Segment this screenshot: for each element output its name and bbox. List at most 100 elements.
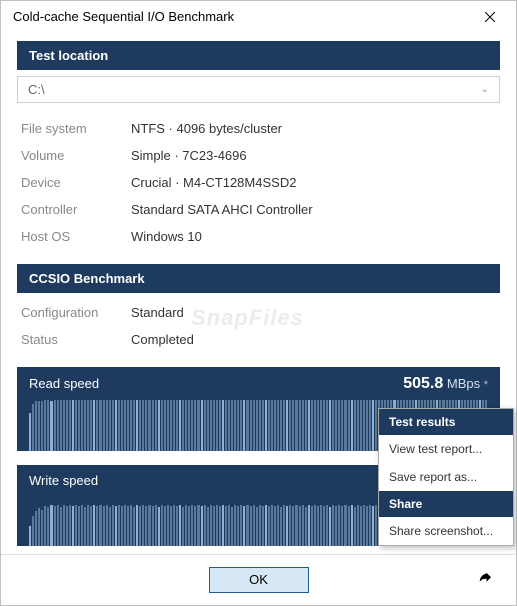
chart-bar — [271, 505, 273, 545]
chart-bar — [81, 400, 83, 450]
chart-bar — [188, 400, 190, 450]
chart-bar — [259, 400, 261, 451]
chart-bar — [32, 516, 34, 546]
chart-bar — [369, 505, 371, 545]
chart-bar — [234, 400, 236, 451]
chart-bar — [243, 400, 245, 450]
chart-bar — [127, 506, 129, 546]
chart-bar — [72, 506, 74, 545]
chart-bar — [283, 400, 285, 450]
chart-bar — [191, 505, 193, 546]
app-window: Cold-cache Sequential I/O Benchmark Snap… — [0, 0, 517, 606]
chart-bar — [185, 400, 187, 451]
chart-bar — [357, 505, 359, 545]
chart-bar — [280, 507, 282, 546]
chart-bar — [148, 400, 150, 450]
chart-bar — [106, 400, 108, 451]
chart-bar — [78, 506, 80, 546]
info-row: File systemNTFS · 4096 bytes/cluster — [21, 115, 496, 142]
info-value: Simple · 7C23-4696 — [131, 148, 247, 163]
chart-bar — [87, 400, 89, 450]
chart-bar — [185, 505, 187, 545]
chart-bar — [295, 400, 297, 450]
chart-bar — [332, 400, 334, 450]
chart-bar — [84, 507, 86, 546]
chart-bar — [372, 400, 374, 450]
info-value: Windows 10 — [131, 229, 202, 244]
close-button[interactable] — [468, 2, 512, 32]
chart-bar — [320, 505, 322, 545]
chart-bar — [182, 400, 184, 450]
chart-bar — [250, 400, 252, 450]
chart-bar — [164, 400, 166, 450]
chevron-down-icon: ⌄ — [481, 84, 489, 95]
chart-bar — [109, 400, 111, 450]
chart-bar — [280, 400, 282, 451]
chart-bar — [228, 400, 230, 450]
chart-bar — [311, 400, 313, 450]
chart-bar — [341, 506, 343, 545]
chart-bar — [292, 400, 294, 451]
chart-bar — [164, 506, 166, 546]
drive-select[interactable]: C:\ ⌄ — [17, 76, 500, 103]
chart-bar — [167, 505, 169, 546]
chart-bar — [259, 505, 261, 545]
chart-bar — [277, 505, 279, 546]
chart-bar — [207, 507, 209, 546]
chart-bar — [60, 400, 62, 450]
info-row: VolumeSimple · 7C23-4696 — [21, 142, 496, 169]
chart-bar — [69, 400, 71, 450]
chart-bar — [112, 505, 114, 545]
chart-bar — [256, 507, 258, 546]
menu-share-screenshot[interactable]: Share screenshot... — [379, 517, 513, 545]
chart-bar — [265, 505, 267, 546]
chart-bar — [182, 507, 184, 546]
chart-bar — [323, 506, 325, 546]
chart-bar — [274, 506, 276, 546]
chart-bar — [142, 400, 144, 450]
chart-bar — [115, 400, 117, 450]
chart-bar — [194, 506, 196, 545]
info-label: Controller — [21, 202, 131, 217]
chart-bar — [50, 401, 52, 451]
chart-bar — [240, 505, 242, 546]
chart-bar — [118, 400, 120, 451]
chart-bar — [213, 400, 215, 451]
chart-bar — [262, 506, 264, 546]
chart-bar — [210, 400, 212, 450]
drive-select-value: C:\ — [28, 82, 45, 97]
chart-bar — [136, 400, 138, 450]
chart-bar — [314, 400, 316, 451]
chart-bar — [326, 400, 328, 451]
menu-save-report[interactable]: Save report as... — [379, 463, 513, 491]
benchmark-header: CCSIO Benchmark — [17, 264, 500, 293]
chart-bar — [124, 505, 126, 545]
chart-bar — [317, 400, 319, 450]
chart-bar — [369, 400, 371, 451]
share-button[interactable] — [476, 569, 494, 592]
chart-bar — [228, 505, 230, 546]
chart-bar — [130, 400, 132, 450]
ok-button[interactable]: OK — [209, 567, 309, 593]
chart-bar — [234, 505, 236, 545]
menu-view-report[interactable]: View test report... — [379, 435, 513, 463]
chart-bar — [106, 505, 108, 546]
chart-bar — [210, 505, 212, 545]
chart-bar — [335, 506, 337, 546]
chart-bar — [375, 505, 377, 546]
chart-bar — [329, 400, 331, 450]
chart-bar — [127, 400, 129, 450]
chart-bar — [167, 400, 169, 451]
titlebar: Cold-cache Sequential I/O Benchmark — [1, 1, 516, 33]
chart-bar — [329, 507, 331, 546]
chart-bar — [256, 400, 258, 450]
chart-bar — [81, 505, 83, 546]
chart-bar — [222, 505, 224, 545]
chart-bar — [54, 506, 56, 546]
chart-bar — [93, 400, 95, 450]
chart-bar — [38, 508, 40, 546]
context-menu: Test results View test report... Save re… — [378, 408, 514, 546]
info-label: Configuration — [21, 305, 131, 320]
chart-bar — [69, 505, 71, 546]
chart-bar — [246, 400, 248, 451]
